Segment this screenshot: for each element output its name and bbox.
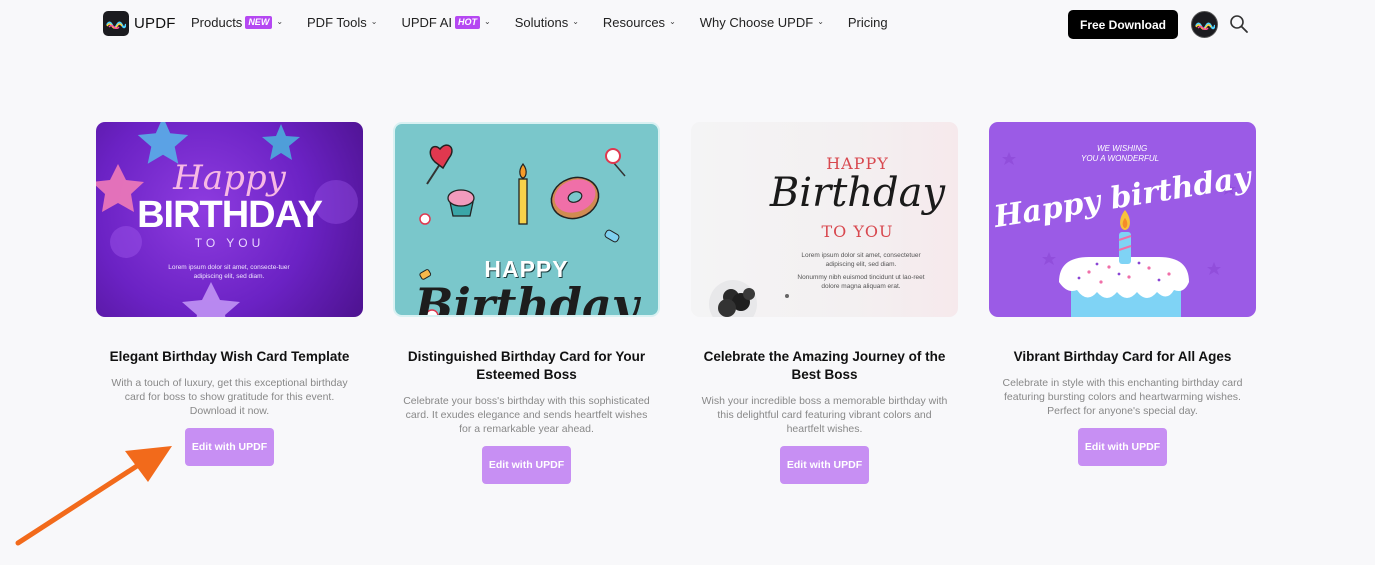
thumb-body-2: Nonummy nibh euismod tincidunt ut lao-re… (797, 274, 925, 290)
thumb-birthday: BIRTHDAY (137, 194, 323, 236)
thumb-you-a-wonderful: YOU A WONDERFUL (1081, 154, 1160, 163)
hot-badge: HOT (455, 16, 481, 29)
card-description: With a touch of luxury, get this excepti… (111, 377, 348, 417)
card-thumbnail[interactable]: WE WISHING YOU A WONDERFUL Happy birthda… (989, 122, 1256, 317)
card-title: Celebrate the Amazing Journey of the Bes… (703, 349, 946, 382)
template-card: WE WISHING YOU A WONDERFUL Happy birthda… (989, 122, 1256, 466)
thumb-birthday: Birthday (414, 278, 639, 317)
chevron-down-icon: ⌄ (370, 17, 378, 26)
thumb-birthday: Birthday (769, 170, 946, 216)
card-thumbnail[interactable]: Happy BIRTHDAY TO YOU Lorem ipsum dolor … (96, 122, 363, 317)
menu-pdf-tools[interactable]: PDF Tools ⌄ (307, 15, 377, 30)
menu-updf-ai[interactable]: UPDF AI HOT ⌄ (401, 15, 490, 30)
card-title: Elegant Birthday Wish Card Template (109, 349, 350, 364)
menu-products[interactable]: Products NEW ⌄ (191, 15, 283, 30)
user-avatar-icon[interactable] (1191, 11, 1218, 38)
edit-with-updf-button[interactable]: Edit with UPDF (482, 446, 571, 484)
template-card: HAPPY Birthday TO YOU Lorem ipsum dolor … (691, 122, 958, 484)
updf-logo[interactable]: UPDF (103, 11, 176, 36)
edit-with-updf-button[interactable]: Edit with UPDF (185, 428, 274, 466)
chevron-down-icon: ⌄ (276, 17, 284, 26)
menu-label: Why Choose UPDF (699, 15, 814, 30)
main-menu: Products NEW ⌄ PDF Tools ⌄ UPDF AI HOT ⌄… (191, 15, 912, 30)
logo-text: UPDF (134, 15, 176, 32)
menu-label: UPDF AI (401, 15, 453, 30)
card-title: Vibrant Birthday Card for All Ages (1013, 349, 1232, 364)
updf-logo-icon (103, 11, 129, 36)
card-thumbnail[interactable]: HAPPY Birthday (393, 122, 660, 317)
chevron-down-icon: ⌄ (669, 17, 676, 26)
card-thumbnail[interactable]: HAPPY Birthday TO YOU Lorem ipsum dolor … (691, 122, 958, 317)
menu-label: PDF Tools (307, 15, 367, 30)
new-badge: NEW (245, 16, 273, 29)
card-title: Distinguished Birthday Card for Your Est… (407, 349, 646, 382)
card-description: Wish your incredible boss a memorable bi… (701, 395, 948, 435)
thumb-body-1: Lorem ipsum dolor sit amet, consectetuer… (801, 252, 921, 268)
chevron-down-icon: ⌄ (572, 17, 579, 26)
menu-resources[interactable]: Resources ⌄ (603, 15, 676, 30)
template-card: Happy BIRTHDAY TO YOU Lorem ipsum dolor … (96, 122, 363, 466)
search-icon[interactable] (1229, 14, 1249, 34)
free-download-button[interactable]: Free Download (1068, 10, 1178, 39)
menu-why-choose-updf[interactable]: Why Choose UPDF ⌄ (700, 15, 824, 30)
thumb-to-you: TO YOU (821, 222, 894, 241)
card-description: Celebrate in style with this enchanting … (1002, 377, 1243, 417)
chevron-down-icon: ⌄ (817, 17, 824, 26)
balloon-decoration (709, 280, 789, 317)
menu-pricing[interactable]: Pricing (848, 15, 888, 30)
thumb-body: Lorem ipsum dolor sit amet, consecte-tue… (168, 264, 290, 280)
chevron-down-icon: ⌄ (484, 17, 491, 26)
menu-label: Solutions (514, 15, 569, 30)
menu-label: Pricing (847, 15, 888, 30)
top-navigation: UPDF Products NEW ⌄ PDF Tools ⌄ UPDF AI … (0, 0, 1375, 48)
edit-with-updf-button[interactable]: Edit with UPDF (1078, 428, 1167, 466)
menu-solutions[interactable]: Solutions ⌄ (515, 15, 579, 30)
menu-label: Resources (602, 15, 666, 30)
template-card: HAPPY Birthday Distinguished Birthday Ca… (393, 122, 660, 484)
thumb-happy: Happy (173, 158, 286, 198)
thumb-we-wishing: WE WISHING (1097, 144, 1148, 153)
thumb-to-you: TO YOU (194, 236, 265, 250)
menu-label: Products (191, 15, 243, 30)
card-description: Celebrate your boss's birthday with this… (403, 395, 650, 435)
edit-with-updf-button[interactable]: Edit with UPDF (780, 446, 869, 484)
